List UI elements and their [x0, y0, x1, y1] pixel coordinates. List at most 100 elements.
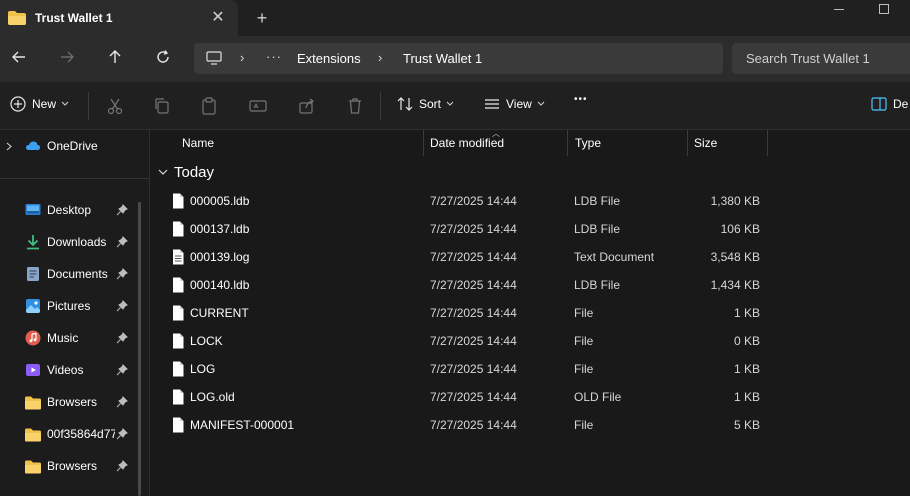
- view-button[interactable]: View: [484, 96, 551, 112]
- minimize-button[interactable]: [834, 9, 844, 10]
- file-type: File: [574, 306, 594, 320]
- pin-icon[interactable]: [116, 300, 128, 312]
- cut-icon[interactable]: [105, 96, 125, 116]
- file-type: File: [574, 418, 594, 432]
- column-header-size[interactable]: Size: [694, 136, 717, 162]
- sidebar-item-pictures[interactable]: Pictures: [0, 293, 140, 319]
- group-header-today[interactable]: Today: [158, 164, 214, 181]
- chevron-right-icon[interactable]: ›: [240, 50, 244, 65]
- file-row[interactable]: MANIFEST-000001 7/27/2025 14:44 File 5 KB: [151, 411, 910, 439]
- forward-button[interactable]: [56, 46, 78, 68]
- details-pane-button[interactable]: De: [871, 96, 908, 112]
- more-options-button[interactable]: •••: [574, 94, 588, 105]
- close-tab-button[interactable]: ✕: [208, 8, 228, 28]
- copy-icon[interactable]: [152, 96, 172, 116]
- sidebar-scrollbar[interactable]: [138, 202, 141, 496]
- file-size: 3,548 KB: [710, 250, 760, 264]
- file-name: 000137.ldb: [190, 222, 250, 236]
- file-type: Text Document: [574, 250, 655, 264]
- sidebar-item-browsers[interactable]: Browsers: [0, 389, 140, 415]
- sidebar-item-label: Documents: [47, 267, 108, 281]
- column-divider[interactable]: [423, 130, 424, 156]
- address-bar[interactable]: › ··· Extensions › Trust Wallet 1: [194, 43, 723, 74]
- file-row[interactable]: 000140.ldb 7/27/2025 14:44 LDB File 1,434 K…: [151, 271, 910, 299]
- refresh-button[interactable]: [152, 46, 174, 68]
- new-button[interactable]: New: [10, 96, 75, 112]
- file-name: 000140.ldb: [190, 278, 250, 292]
- sidebar-item-label: OneDrive: [47, 139, 98, 153]
- file-row[interactable]: LOG.old 7/27/2025 14:44 OLD File 1 KB: [151, 383, 910, 411]
- search-input[interactable]: Search Trust Wallet 1: [746, 51, 870, 66]
- file-row[interactable]: 000139.log 7/27/2025 14:44 Text Document 3,…: [151, 243, 910, 271]
- file-type: LDB File: [574, 194, 621, 208]
- share-icon[interactable]: [297, 96, 317, 116]
- pin-icon[interactable]: [116, 332, 128, 344]
- rename-icon[interactable]: [248, 96, 268, 116]
- sidebar-item-documents[interactable]: Documents: [0, 261, 140, 287]
- new-tab-button[interactable]: +: [252, 8, 272, 28]
- sidebar-item-videos[interactable]: Videos: [0, 357, 140, 383]
- delete-icon[interactable]: [345, 96, 365, 116]
- file-size: 1 KB: [733, 390, 760, 404]
- breadcrumb-trust-wallet[interactable]: Trust Wallet 1: [403, 51, 482, 66]
- sidebar-item-label: Pictures: [47, 299, 91, 313]
- this-pc-icon: [206, 51, 222, 65]
- column-divider[interactable]: [687, 130, 688, 156]
- up-button[interactable]: [104, 46, 126, 68]
- column-divider[interactable]: [567, 130, 568, 156]
- sidebar-divider: [0, 178, 150, 179]
- chevron-right-icon[interactable]: ›: [378, 50, 382, 65]
- back-button[interactable]: [8, 46, 30, 68]
- file-size: 1,434 KB: [710, 278, 760, 292]
- file-size: 1,380 KB: [710, 194, 760, 208]
- arrow-right-icon: [61, 51, 74, 63]
- file-size: 0 KB: [733, 334, 760, 348]
- documents-icon: [27, 267, 39, 281]
- sidebar-item-music[interactable]: Music: [0, 325, 140, 351]
- tab-trust-wallet[interactable]: Trust Wallet 1 ✕: [0, 0, 238, 36]
- pin-icon[interactable]: [116, 428, 128, 440]
- sidebar-item-folder-hash[interactable]: 00f35864d77e: [0, 421, 140, 447]
- file-type: LDB File: [574, 222, 621, 236]
- file-row[interactable]: LOCK 7/27/2025 14:44 File 0 KB: [151, 327, 910, 355]
- search-box[interactable]: Search Trust Wallet 1: [732, 43, 910, 74]
- sort-icon: [397, 97, 413, 111]
- file-date: 7/27/2025 14:44: [430, 334, 517, 348]
- tab-title: Trust Wallet 1: [35, 11, 113, 25]
- file-row[interactable]: LOG 7/27/2025 14:44 File 1 KB: [151, 355, 910, 383]
- pin-icon[interactable]: [116, 236, 128, 248]
- file-name: LOG.old: [190, 390, 235, 404]
- file-row[interactable]: CURRENT 7/27/2025 14:44 File 1 KB: [151, 299, 910, 327]
- sort-button[interactable]: Sort: [397, 96, 460, 112]
- file-row[interactable]: 000137.ldb 7/27/2025 14:44 LDB File 106 KB: [151, 215, 910, 243]
- pin-icon[interactable]: [116, 204, 128, 216]
- column-header-date[interactable]: Date modified: [430, 136, 504, 162]
- column-header-name[interactable]: Name: [182, 136, 214, 162]
- column-header-type[interactable]: Type: [575, 136, 601, 162]
- sidebar-item-downloads[interactable]: Downloads: [0, 229, 140, 255]
- pin-icon[interactable]: [116, 396, 128, 408]
- file-row[interactable]: 000005.ldb 7/27/2025 14:44 LDB File 1,380 K…: [151, 187, 910, 215]
- column-divider[interactable]: [767, 130, 768, 156]
- text-file-icon: [173, 249, 184, 265]
- pin-icon[interactable]: [116, 364, 128, 376]
- sidebar-item-onedrive[interactable]: OneDrive: [0, 133, 140, 159]
- file-date: 7/27/2025 14:44: [430, 222, 517, 236]
- file-name: LOG: [190, 362, 216, 376]
- breadcrumb-overflow[interactable]: ···: [266, 49, 282, 64]
- sidebar-item-desktop[interactable]: Desktop: [0, 197, 140, 223]
- sidebar-item-browsers-2[interactable]: Browsers: [0, 453, 140, 479]
- view-list-icon: [485, 99, 499, 109]
- paste-icon[interactable]: [199, 96, 219, 116]
- pin-icon[interactable]: [116, 460, 128, 472]
- pin-icon[interactable]: [116, 268, 128, 280]
- sidebar-item-label: Browsers: [47, 395, 98, 409]
- breadcrumb-extensions[interactable]: Extensions: [297, 51, 361, 66]
- file-type: LDB File: [574, 278, 621, 292]
- chevron-down-icon: [537, 101, 545, 106]
- maximize-button[interactable]: [879, 4, 889, 14]
- command-divider: [88, 92, 89, 120]
- file-icon: [173, 221, 184, 237]
- folder-icon: [25, 428, 41, 442]
- details-pane-icon: [871, 97, 887, 111]
